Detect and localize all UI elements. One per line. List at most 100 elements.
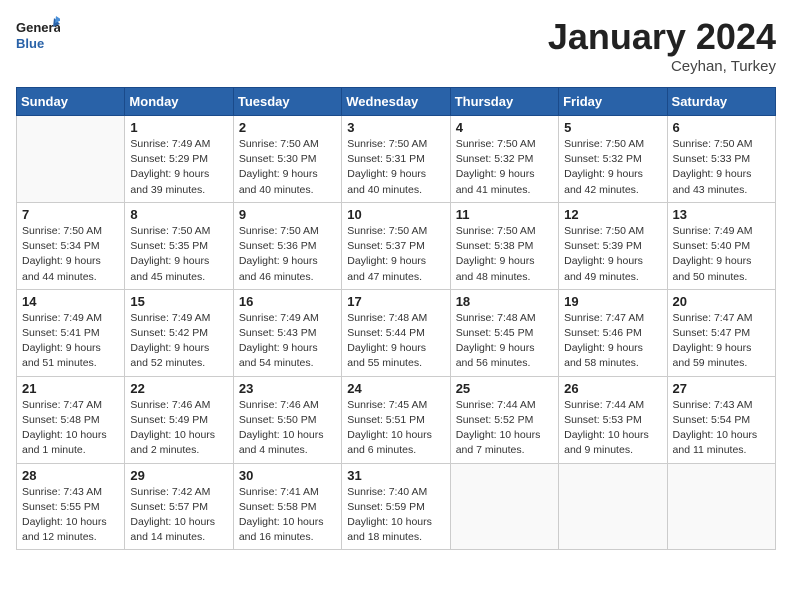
title-block: January 2024 Ceyhan, Turkey (548, 16, 776, 75)
day-info: Sunrise: 7:48 AM Sunset: 5:44 PM Dayligh… (347, 311, 444, 372)
calendar-cell: 8 Sunrise: 7:50 AM Sunset: 5:35 PM Daylig… (125, 202, 233, 289)
calendar-cell: 12Sunrise: 7:50 AM Sunset: 5:39 PM Dayli… (559, 202, 667, 289)
day-info: Sunrise: 7:48 AM Sunset: 5:45 PM Dayligh… (456, 311, 553, 372)
calendar-cell: 3 Sunrise: 7:50 AM Sunset: 5:31 PM Daylig… (342, 116, 450, 203)
day-number: 31 (347, 468, 444, 483)
day-number: 12 (564, 207, 661, 222)
day-info: Sunrise: 7:50 AM Sunset: 5:37 PM Dayligh… (347, 224, 444, 285)
day-number: 23 (239, 381, 336, 396)
day-number: 14 (22, 294, 119, 309)
day-info: Sunrise: 7:49 AM Sunset: 5:29 PM Dayligh… (130, 137, 227, 198)
day-number: 24 (347, 381, 444, 396)
calendar-cell: 5Sunrise: 7:50 AM Sunset: 5:32 PM Daylig… (559, 116, 667, 203)
day-info: Sunrise: 7:41 AM Sunset: 5:58 PM Dayligh… (239, 485, 336, 546)
day-info: Sunrise: 7:50 AM Sunset: 5:30 PM Dayligh… (239, 137, 336, 198)
calendar-cell: 20Sunrise: 7:47 AM Sunset: 5:47 PM Dayli… (667, 289, 775, 376)
calendar-cell: 4Sunrise: 7:50 AM Sunset: 5:32 PM Daylig… (450, 116, 558, 203)
calendar-cell: 7 Sunrise: 7:50 AM Sunset: 5:34 PM Daylig… (17, 202, 125, 289)
day-number: 1 (130, 120, 227, 135)
calendar-table: SundayMondayTuesdayWednesdayThursdayFrid… (16, 87, 776, 550)
weekday-header-row: SundayMondayTuesdayWednesdayThursdayFrid… (17, 88, 776, 116)
weekday-header: Wednesday (342, 88, 450, 116)
day-number: 10 (347, 207, 444, 222)
day-number: 5 (564, 120, 661, 135)
day-info: Sunrise: 7:50 AM Sunset: 5:32 PM Dayligh… (456, 137, 553, 198)
day-number: 27 (673, 381, 770, 396)
calendar-cell: 16 Sunrise: 7:49 AM Sunset: 5:43 PM Dayli… (233, 289, 341, 376)
day-info: Sunrise: 7:49 AM Sunset: 5:41 PM Dayligh… (22, 311, 119, 372)
day-number: 25 (456, 381, 553, 396)
calendar-cell: 11Sunrise: 7:50 AM Sunset: 5:38 PM Dayli… (450, 202, 558, 289)
calendar-cell: 13 Sunrise: 7:49 AM Sunset: 5:40 PM Dayli… (667, 202, 775, 289)
day-info: Sunrise: 7:50 AM Sunset: 5:33 PM Dayligh… (673, 137, 770, 198)
calendar-cell: 30Sunrise: 7:41 AM Sunset: 5:58 PM Dayli… (233, 463, 341, 550)
day-number: 17 (347, 294, 444, 309)
day-info: Sunrise: 7:49 AM Sunset: 5:43 PM Dayligh… (239, 311, 336, 372)
day-number: 22 (130, 381, 227, 396)
calendar-week-row: 7 Sunrise: 7:50 AM Sunset: 5:34 PM Daylig… (17, 202, 776, 289)
day-info: Sunrise: 7:42 AM Sunset: 5:57 PM Dayligh… (130, 485, 227, 546)
calendar-cell: 15 Sunrise: 7:49 AM Sunset: 5:42 PM Dayli… (125, 289, 233, 376)
weekday-header: Sunday (17, 88, 125, 116)
calendar-cell: 29 Sunrise: 7:42 AM Sunset: 5:57 PM Dayli… (125, 463, 233, 550)
page-header: General Blue January 2024 Ceyhan, Turkey (16, 16, 776, 75)
calendar-cell: 26Sunrise: 7:44 AM Sunset: 5:53 PM Dayli… (559, 376, 667, 463)
day-number: 7 (22, 207, 119, 222)
day-number: 6 (673, 120, 770, 135)
location: Ceyhan, Turkey (548, 58, 776, 75)
calendar-cell: 31 Sunrise: 7:40 AM Sunset: 5:59 PM Dayli… (342, 463, 450, 550)
logo: General Blue (16, 16, 60, 54)
weekday-header: Monday (125, 88, 233, 116)
weekday-header: Thursday (450, 88, 558, 116)
day-info: Sunrise: 7:49 AM Sunset: 5:42 PM Dayligh… (130, 311, 227, 372)
day-number: 16 (239, 294, 336, 309)
day-number: 8 (130, 207, 227, 222)
calendar-cell (450, 463, 558, 550)
day-info: Sunrise: 7:50 AM Sunset: 5:36 PM Dayligh… (239, 224, 336, 285)
calendar-cell: 25 Sunrise: 7:44 AM Sunset: 5:52 PM Dayli… (450, 376, 558, 463)
day-info: Sunrise: 7:43 AM Sunset: 5:55 PM Dayligh… (22, 485, 119, 546)
day-number: 29 (130, 468, 227, 483)
calendar-week-row: 1 Sunrise: 7:49 AM Sunset: 5:29 PM Daylig… (17, 116, 776, 203)
day-info: Sunrise: 7:43 AM Sunset: 5:54 PM Dayligh… (673, 398, 770, 459)
calendar-cell (17, 116, 125, 203)
day-info: Sunrise: 7:47 AM Sunset: 5:46 PM Dayligh… (564, 311, 661, 372)
day-number: 28 (22, 468, 119, 483)
calendar-week-row: 21Sunrise: 7:47 AM Sunset: 5:48 PM Dayli… (17, 376, 776, 463)
day-number: 18 (456, 294, 553, 309)
calendar-cell (559, 463, 667, 550)
day-info: Sunrise: 7:50 AM Sunset: 5:34 PM Dayligh… (22, 224, 119, 285)
day-number: 21 (22, 381, 119, 396)
day-info: Sunrise: 7:47 AM Sunset: 5:47 PM Dayligh… (673, 311, 770, 372)
weekday-header: Tuesday (233, 88, 341, 116)
day-number: 13 (673, 207, 770, 222)
calendar-cell: 21Sunrise: 7:47 AM Sunset: 5:48 PM Dayli… (17, 376, 125, 463)
day-number: 26 (564, 381, 661, 396)
calendar-cell: 19 Sunrise: 7:47 AM Sunset: 5:46 PM Dayli… (559, 289, 667, 376)
day-number: 2 (239, 120, 336, 135)
weekday-header: Friday (559, 88, 667, 116)
calendar-cell: 23 Sunrise: 7:46 AM Sunset: 5:50 PM Dayli… (233, 376, 341, 463)
day-info: Sunrise: 7:40 AM Sunset: 5:59 PM Dayligh… (347, 485, 444, 546)
month-title: January 2024 (548, 16, 776, 58)
calendar-cell: 28 Sunrise: 7:43 AM Sunset: 5:55 PM Dayli… (17, 463, 125, 550)
calendar-cell: 27 Sunrise: 7:43 AM Sunset: 5:54 PM Dayli… (667, 376, 775, 463)
day-info: Sunrise: 7:50 AM Sunset: 5:31 PM Dayligh… (347, 137, 444, 198)
svg-text:General: General (16, 20, 60, 35)
day-number: 19 (564, 294, 661, 309)
calendar-cell: 1 Sunrise: 7:49 AM Sunset: 5:29 PM Daylig… (125, 116, 233, 203)
day-number: 3 (347, 120, 444, 135)
calendar-cell: 18 Sunrise: 7:48 AM Sunset: 5:45 PM Dayli… (450, 289, 558, 376)
calendar-cell: 14 Sunrise: 7:49 AM Sunset: 5:41 PM Dayli… (17, 289, 125, 376)
day-info: Sunrise: 7:50 AM Sunset: 5:38 PM Dayligh… (456, 224, 553, 285)
day-info: Sunrise: 7:44 AM Sunset: 5:52 PM Dayligh… (456, 398, 553, 459)
day-info: Sunrise: 7:49 AM Sunset: 5:40 PM Dayligh… (673, 224, 770, 285)
day-info: Sunrise: 7:46 AM Sunset: 5:50 PM Dayligh… (239, 398, 336, 459)
day-info: Sunrise: 7:45 AM Sunset: 5:51 PM Dayligh… (347, 398, 444, 459)
day-number: 15 (130, 294, 227, 309)
day-info: Sunrise: 7:46 AM Sunset: 5:49 PM Dayligh… (130, 398, 227, 459)
calendar-cell: 9Sunrise: 7:50 AM Sunset: 5:36 PM Daylig… (233, 202, 341, 289)
day-info: Sunrise: 7:50 AM Sunset: 5:35 PM Dayligh… (130, 224, 227, 285)
calendar-cell: 10 Sunrise: 7:50 AM Sunset: 5:37 PM Dayli… (342, 202, 450, 289)
calendar-cell (667, 463, 775, 550)
